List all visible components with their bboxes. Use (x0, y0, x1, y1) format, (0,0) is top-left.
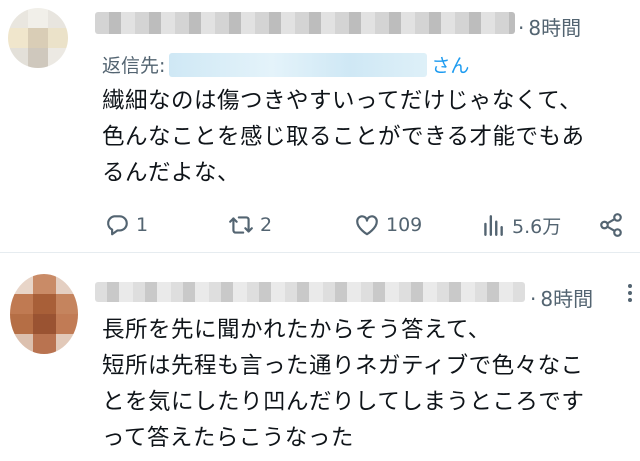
retweet-button[interactable]: 2 (228, 205, 272, 245)
reply-prefix: 返信先: (102, 55, 166, 77)
tweet-reply-1[interactable]: · 8時間 返信先: さん 繊細なのは傷つきやすいってだけじゃなくて、 色んなことを… (0, 0, 640, 252)
avatar[interactable] (10, 274, 78, 354)
share-button[interactable] (598, 205, 630, 245)
tweet-text: 繊細なのは傷つきやすいってだけじゃなくて、 色んなことを感じ取ることができる才能… (102, 88, 585, 186)
tweet-timestamp[interactable]: · 8時間 (518, 12, 581, 41)
tweet-timestamp[interactable]: · 8時間 (530, 283, 593, 312)
more-icon[interactable] (628, 284, 634, 305)
reply-icon (107, 215, 128, 236)
retweet-icon (229, 216, 253, 234)
reply-handle-suffix[interactable]: さん (431, 55, 469, 77)
share-icon (600, 213, 622, 237)
like-button[interactable]: 109 (354, 205, 422, 245)
views-icon (484, 215, 503, 236)
reply-to-line: 返信先: さん (102, 51, 469, 78)
author-name-blurred[interactable] (95, 282, 525, 302)
tweet-divider (0, 252, 640, 253)
avatar[interactable] (8, 8, 68, 68)
author-name-blurred[interactable] (95, 12, 515, 34)
heart-icon (356, 215, 378, 236)
reply-button[interactable]: 1 (104, 205, 148, 245)
view-count: 5.6万 (512, 215, 562, 238)
tweet-actions: 1 2 109 5.6万 (0, 205, 640, 245)
reply-count: 1 (136, 214, 149, 236)
tweet-text: 長所を先に聞かれたからそう答えて、 短所は先程も言った通りネガティブで色々なこ … (102, 317, 585, 451)
reply-handle-blurred[interactable] (169, 53, 428, 77)
like-count: 109 (386, 214, 423, 236)
views-button[interactable]: 5.6万 (480, 205, 561, 245)
retweet-count: 2 (260, 214, 273, 236)
